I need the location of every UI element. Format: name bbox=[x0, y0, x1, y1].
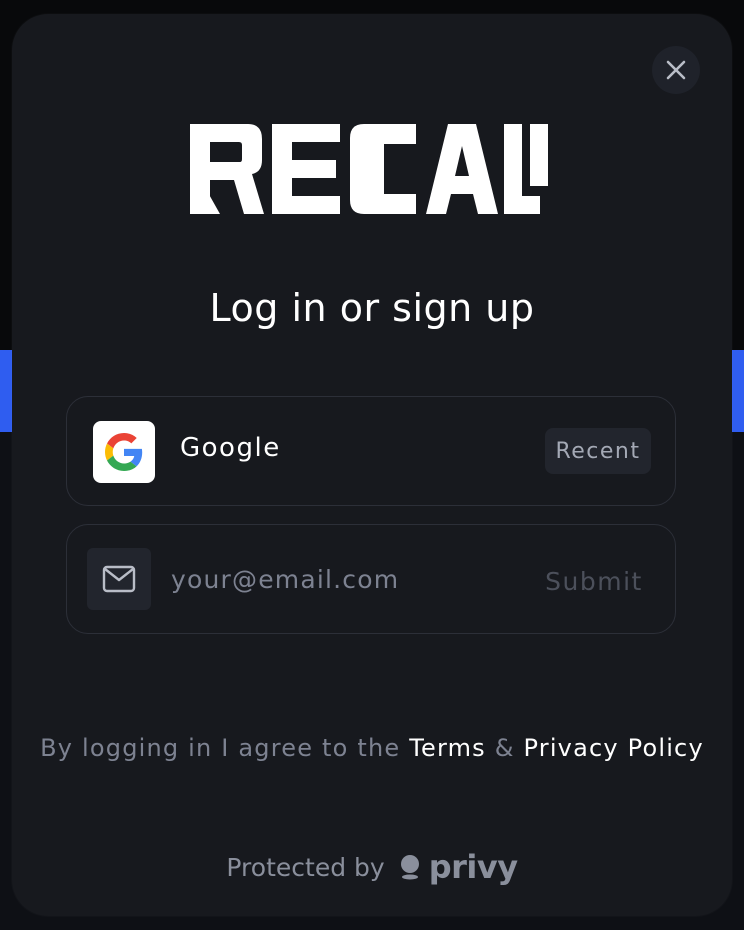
privacy-policy-link[interactable]: Privacy Policy bbox=[524, 734, 704, 762]
email-input[interactable] bbox=[163, 555, 519, 603]
close-button[interactable] bbox=[652, 46, 700, 94]
google-logo-container bbox=[93, 421, 155, 483]
mail-icon-container bbox=[87, 548, 151, 610]
privy-brand[interactable]: privy bbox=[429, 848, 518, 886]
recent-badge: Recent bbox=[545, 428, 651, 474]
recall-logo bbox=[190, 124, 554, 214]
login-modal: Log in or sign up Google Recent Submit B… bbox=[12, 14, 732, 916]
terms-link[interactable]: Terms bbox=[409, 734, 486, 762]
legal-notice: By logging in I agree to the Terms & Pri… bbox=[12, 726, 732, 770]
mail-icon bbox=[102, 565, 136, 593]
legal-prefix: By logging in I agree to the bbox=[40, 734, 401, 762]
legal-ampersand: & bbox=[494, 734, 515, 762]
close-icon bbox=[666, 60, 686, 80]
email-login-row: Submit bbox=[66, 524, 676, 634]
submit-button[interactable]: Submit bbox=[529, 561, 659, 601]
recall-logo-graphic bbox=[190, 124, 548, 214]
google-login-button[interactable]: Google Recent bbox=[66, 396, 676, 506]
page-title: Log in or sign up bbox=[209, 286, 535, 330]
protected-by-footer: Protected by privy bbox=[12, 848, 732, 886]
privy-icon bbox=[399, 854, 421, 880]
google-login-label: Google bbox=[180, 433, 281, 463]
google-icon bbox=[105, 433, 143, 471]
protected-by-label: Protected by bbox=[226, 852, 385, 882]
